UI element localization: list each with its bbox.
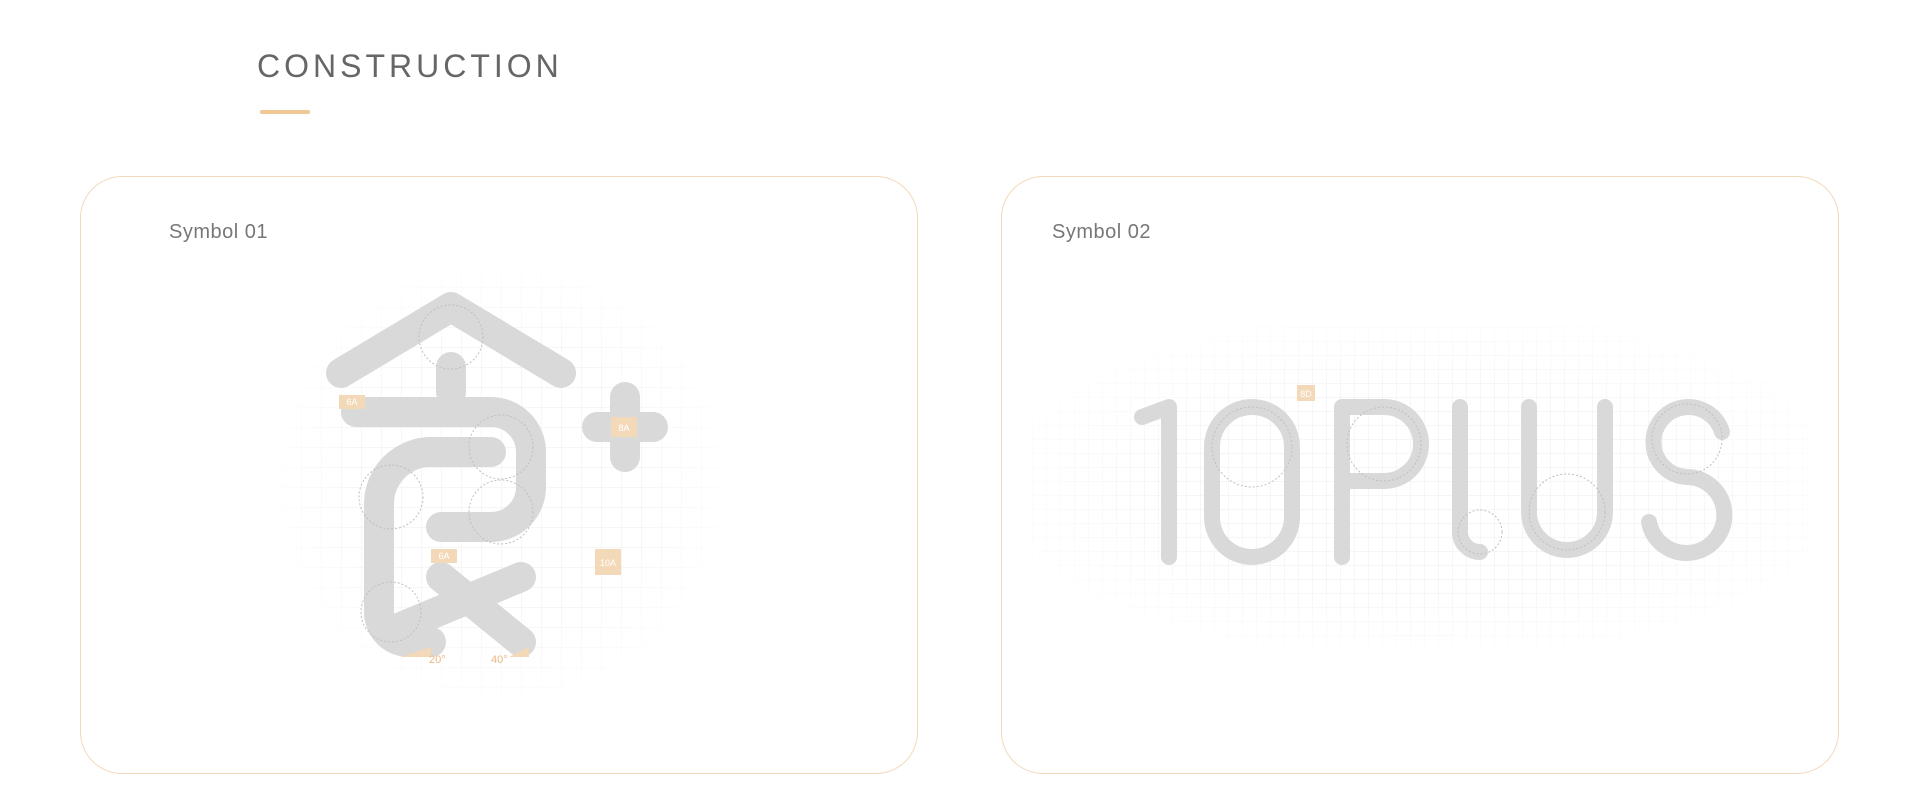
tag-10a: 10A: [600, 558, 616, 568]
symbol-01-label: Symbol 01: [169, 221, 268, 243]
tag-8a: 8A: [618, 423, 629, 433]
tag-6a-2: 6A: [438, 551, 449, 561]
symbol-02-svg: 8D: [1032, 327, 1812, 647]
symbol-01-construction-drawing: 6A 8A 6A 10A 20° 40°: [281, 267, 721, 697]
symbol-02-construction-drawing: 8D: [1032, 327, 1812, 647]
symbol-02-card: Symbol 02 8D: [1001, 176, 1839, 774]
measurement-tags: 8D: [1297, 385, 1315, 401]
section-title: CONSTRUCTION: [257, 48, 563, 84]
symbol-01-card: Symbol 01 6A 8A 6A 10A 20° 40°: [80, 176, 918, 774]
symbol-01-svg: 6A 8A 6A 10A 20° 40°: [281, 267, 721, 697]
tag-6a: 6A: [346, 397, 357, 407]
angle-20: 20°: [429, 654, 446, 666]
title-underline: [260, 110, 310, 114]
symbol-02-label: Symbol 02: [1052, 221, 1151, 243]
angle-40: 40°: [491, 654, 508, 666]
tag-8d: 8D: [1300, 389, 1312, 399]
